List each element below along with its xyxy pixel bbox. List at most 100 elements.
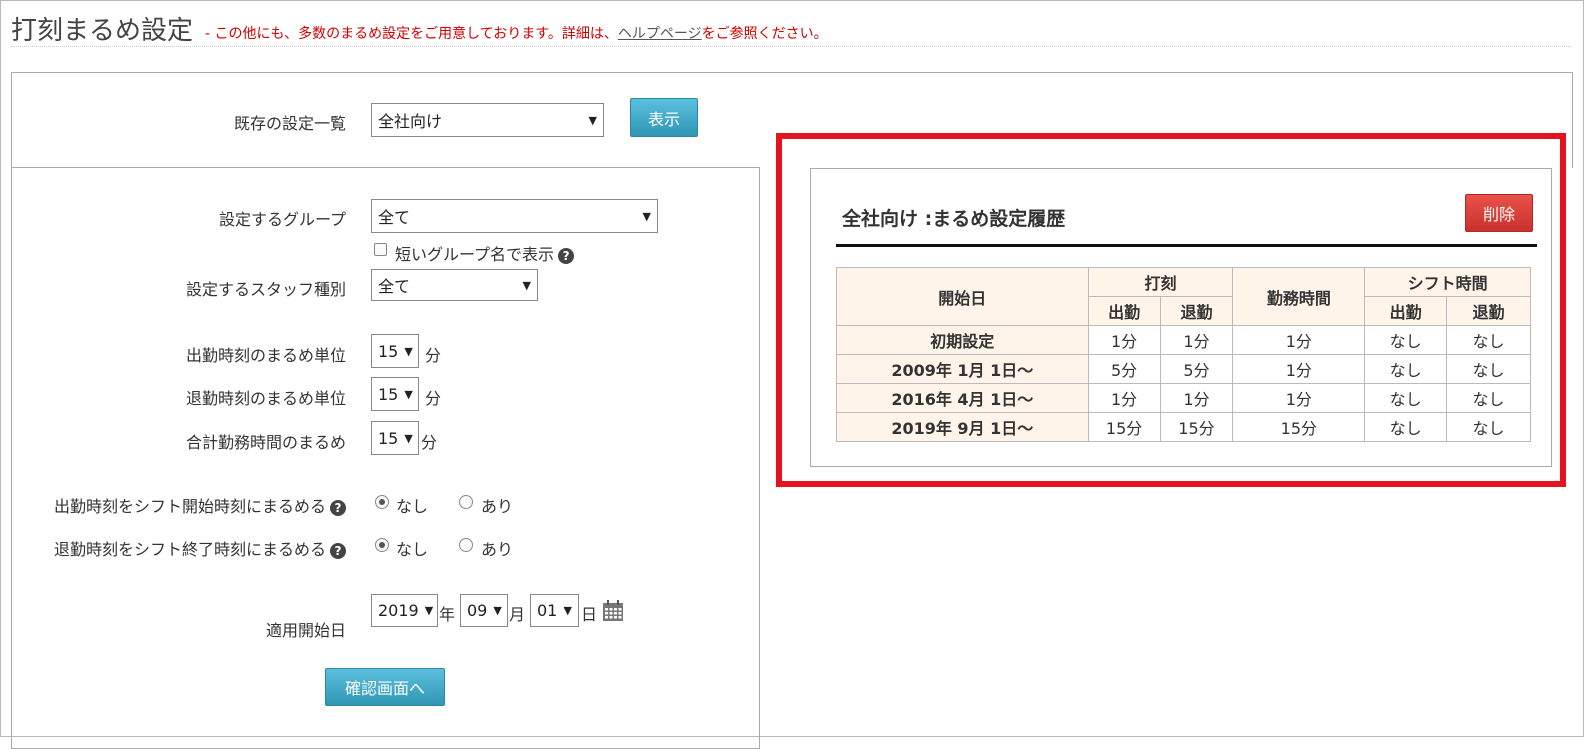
year-unit: 年 (439, 605, 456, 624)
header-punch: 打刻 (1087, 267, 1234, 297)
out-round-label: 退勤時刻のまるめ単位 (185, 389, 346, 408)
note-suffix: をご参照ください。 (701, 26, 828, 42)
in-round-select[interactable]: 15 ▼ (371, 334, 419, 368)
month-select[interactable]: 09 ▼ (460, 594, 508, 627)
chevron-down-icon: ▼ (424, 604, 434, 617)
row-punch-in: 1分 (1087, 325, 1161, 355)
shift-start-text: 出勤時刻をシフト開始時刻にまるめる (53, 497, 326, 516)
existing-settings-value: 全社向け (378, 112, 443, 131)
shift-end-yes-radio[interactable] (459, 538, 473, 552)
row-punch-in: 15分 (1087, 412, 1161, 442)
row-date: 2019年 9月 1日〜 (836, 412, 1089, 442)
row-shift-in: なし (1364, 325, 1448, 355)
shift-start-yes-radio[interactable] (459, 495, 473, 509)
chevron-down-icon: ▼ (522, 278, 531, 292)
delete-button[interactable]: 削除 (1465, 194, 1533, 232)
row-date: 2009年 1月 1日〜 (836, 354, 1089, 384)
shift-start-yes-label: あり (481, 497, 514, 516)
shift-end-label: 退勤時刻をシフト終了時刻にまるめる? (20, 536, 346, 560)
day-value: 01 (537, 601, 558, 620)
row-work: 15分 (1232, 412, 1366, 442)
confirm-button[interactable]: 確認画面へ (325, 668, 445, 706)
header-shift-in: 出勤 (1364, 296, 1448, 326)
shift-end-text: 退勤時刻をシフト終了時刻にまるめる (53, 540, 326, 559)
chevron-down-icon: ▼ (493, 604, 502, 617)
year-value: 2019 (378, 601, 419, 620)
staff-type-select[interactable]: 全て ▼ (371, 269, 538, 301)
table-row: 初期設定 1分 1分 1分 なし なし (836, 325, 1531, 355)
chevron-down-icon: ▼ (404, 431, 413, 445)
help-page-link[interactable]: ヘルプページ (618, 26, 702, 42)
help-icon[interactable]: ? (330, 499, 346, 516)
group-select-value: 全て (378, 208, 411, 227)
staff-type-label: 設定するスタッフ種別 (185, 280, 346, 299)
title-note: - この他にも、多数のまるめ設定をご用意しております。詳細は、ヘルプページをご参… (205, 23, 828, 43)
header-work-time: 勤務時間 (1232, 267, 1366, 326)
page-title: 打刻まるめ設定 (11, 16, 194, 46)
short-group-name-label: 短いグループ名で表示? (395, 241, 575, 265)
row-work: 1分 (1232, 354, 1366, 384)
row-punch-out: 1分 (1159, 383, 1234, 413)
group-select[interactable]: 全て ▼ (371, 199, 658, 233)
header-shift-time: シフト時間 (1364, 267, 1531, 297)
show-button[interactable]: 表示 (630, 98, 698, 137)
title-divider (11, 46, 1571, 47)
row-shift-out: なし (1446, 354, 1531, 384)
existing-settings-label: 既存の設定一覧 (233, 114, 346, 133)
total-round-label: 合計勤務時間のまるめ (185, 433, 346, 452)
shift-end-none-radio[interactable] (375, 538, 389, 552)
staff-type-value: 全て (378, 277, 411, 296)
table-row: 2019年 9月 1日〜 15分 15分 15分 なし なし (836, 412, 1531, 442)
row-shift-out: なし (1446, 383, 1531, 413)
existing-settings-select[interactable]: 全社向け ▼ (371, 103, 604, 137)
history-divider (836, 244, 1537, 247)
year-select[interactable]: 2019 ▼ (371, 594, 438, 627)
history-table: 開始日 打刻 勤務時間 シフト時間 出勤 退勤 出勤 退勤 初期設定 1分 1分… (836, 267, 1531, 442)
chevron-down-icon: ▼ (404, 344, 413, 358)
shift-start-none-radio[interactable] (375, 495, 389, 509)
header-shift-out: 退勤 (1446, 296, 1531, 326)
shift-start-label: 出勤時刻をシフト開始時刻にまるめる? (20, 493, 346, 517)
row-punch-in: 1分 (1087, 383, 1161, 413)
row-punch-in: 5分 (1087, 354, 1161, 384)
total-round-value: 15 (378, 428, 399, 448)
note-prefix: - この他にも、多数のまるめ設定をご用意しております。詳細は、 (205, 26, 618, 42)
chevron-down-icon: ▼ (404, 387, 413, 401)
day-select[interactable]: 01 ▼ (530, 594, 579, 627)
day-unit: 日 (581, 605, 598, 624)
help-icon[interactable]: ? (330, 542, 346, 559)
row-shift-in: なし (1364, 412, 1448, 442)
header-punch-in: 出勤 (1087, 296, 1161, 326)
calendar-icon[interactable] (602, 600, 624, 622)
out-round-value: 15 (378, 384, 399, 404)
row-date: 2016年 4月 1日〜 (836, 383, 1089, 413)
row-shift-out: なし (1446, 412, 1531, 442)
chevron-down-icon: ▼ (563, 604, 572, 617)
row-punch-out: 15分 (1159, 412, 1234, 442)
row-work: 1分 (1232, 325, 1366, 355)
row-shift-in: なし (1364, 383, 1448, 413)
month-value: 09 (467, 601, 488, 620)
help-icon[interactable]: ? (558, 247, 575, 264)
table-row: 2009年 1月 1日〜 5分 5分 1分 なし なし (836, 354, 1531, 384)
row-work: 1分 (1232, 383, 1366, 413)
row-punch-out: 1分 (1159, 325, 1234, 355)
total-round-select[interactable]: 15 ▼ (371, 421, 419, 455)
short-group-name-text: 短いグループ名で表示 (395, 245, 555, 264)
table-row: 2016年 4月 1日〜 1分 1分 1分 なし なし (836, 383, 1531, 413)
shift-end-yes-label: あり (481, 540, 514, 559)
out-round-unit: 分 (425, 389, 442, 408)
out-round-select[interactable]: 15 ▼ (371, 377, 419, 411)
shift-end-none-label: なし (396, 540, 429, 559)
chevron-down-icon: ▼ (588, 113, 597, 127)
short-group-name-checkbox[interactable] (374, 243, 387, 256)
header-punch-out: 退勤 (1159, 296, 1234, 326)
row-date: 初期設定 (836, 325, 1089, 355)
row-punch-out: 5分 (1159, 354, 1234, 384)
history-title: 全社向け :まるめ設定履歴 (842, 208, 1066, 230)
shift-start-none-label: なし (396, 497, 429, 516)
in-round-unit: 分 (425, 346, 442, 365)
start-date-label: 適用開始日 (265, 621, 346, 640)
header-start-date: 開始日 (836, 267, 1089, 326)
chevron-down-icon: ▼ (642, 209, 651, 223)
